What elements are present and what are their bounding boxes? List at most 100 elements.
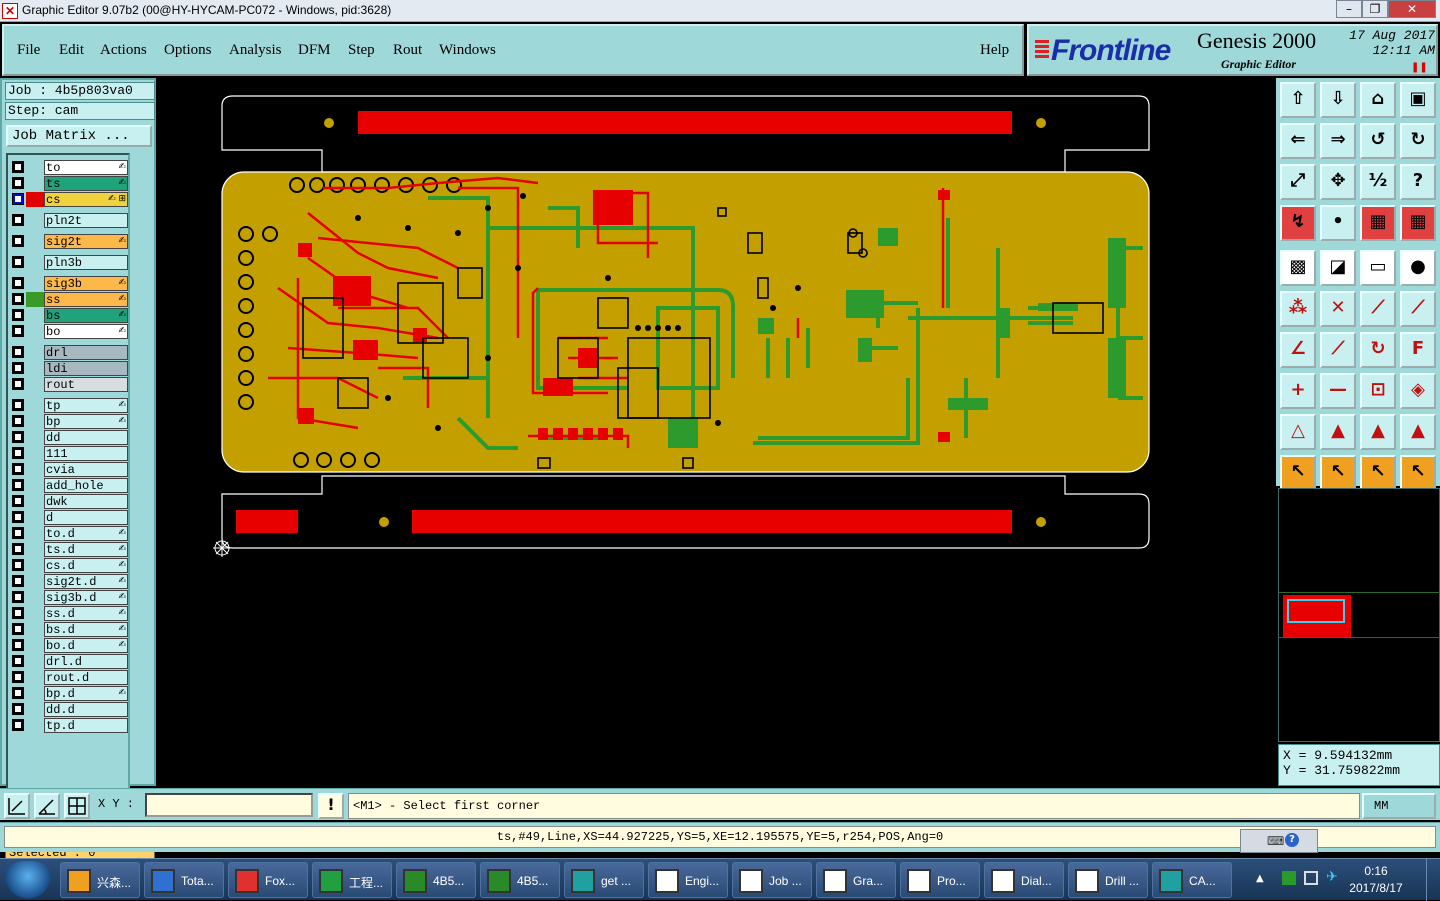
layer-name[interactable]: ss xyxy=(44,292,128,307)
layer-checkbox[interactable] xyxy=(12,415,24,427)
layer-row-30[interactable]: rout.d xyxy=(10,670,128,685)
layer-name[interactable]: drl xyxy=(44,345,128,360)
taskbar-item-8[interactable]: Job ... xyxy=(732,862,812,898)
layer-checkbox[interactable] xyxy=(12,687,24,699)
layer-name[interactable]: bp xyxy=(44,414,128,429)
layer-edit-icon[interactable]: ✍ xyxy=(118,542,126,557)
layer-row-33[interactable]: tp.d xyxy=(10,718,128,733)
select-circle-icon[interactable]: ↖ xyxy=(1360,455,1396,491)
layer-name[interactable]: add_hole xyxy=(44,478,128,493)
layer-edit-icon[interactable]: ✍ xyxy=(118,176,126,191)
show-desktop-button[interactable] xyxy=(1426,859,1440,901)
layer-checkbox[interactable] xyxy=(12,623,24,635)
menu-windows[interactable]: Windows xyxy=(439,42,496,59)
maximize-button[interactable]: ❐ xyxy=(1362,0,1388,18)
move-point-icon[interactable]: ⟋ xyxy=(1360,291,1396,327)
layer-checkbox[interactable] xyxy=(12,559,24,571)
layer-row-10[interactable]: drl xyxy=(10,345,128,360)
undo-icon[interactable]: ↺ xyxy=(1360,123,1396,159)
menu-dfm[interactable]: DFM xyxy=(298,42,331,59)
layer-checkbox[interactable] xyxy=(12,431,24,443)
layer-name[interactable]: dwk xyxy=(44,494,128,509)
layer-row-13[interactable]: tp ✍ xyxy=(10,398,128,413)
layer-row-25[interactable]: sig3b.d ✍ xyxy=(10,590,128,605)
layer-edit-icon[interactable]: ✍ xyxy=(118,558,126,573)
layer-row-32[interactable]: dd.d xyxy=(10,702,128,717)
layer-name[interactable]: tp.d xyxy=(44,718,128,733)
snap-mode-button[interactable] xyxy=(4,793,30,819)
volume-icon[interactable]: ✈ xyxy=(1326,869,1338,885)
tray-app-icon[interactable] xyxy=(1282,871,1296,885)
taskbar-item-13[interactable]: CA... xyxy=(1152,862,1232,898)
layer-checkbox[interactable] xyxy=(12,293,24,305)
layer-name[interactable]: ts xyxy=(44,176,128,191)
layer-name[interactable]: bp.d xyxy=(44,686,128,701)
layer-row-21[interactable]: to.d ✍ xyxy=(10,526,128,541)
layer-name[interactable]: ss.d xyxy=(44,606,128,621)
taskbar-item-11[interactable]: Dial... xyxy=(984,862,1064,898)
layer-checkbox[interactable] xyxy=(12,256,24,268)
select-path-icon[interactable]: ↖ xyxy=(1400,455,1436,491)
grid-mode-button[interactable] xyxy=(64,793,90,819)
layer-checkbox[interactable] xyxy=(12,575,24,587)
menu-options[interactable]: Options xyxy=(164,42,212,59)
layer-row-8[interactable]: bs ✍ xyxy=(10,308,128,323)
menu-file[interactable]: File xyxy=(17,42,40,59)
keyboard-icon[interactable]: ⌨ xyxy=(1267,834,1284,848)
layer-name[interactable]: drl.d xyxy=(44,654,128,669)
layer-row-5[interactable]: pln3b xyxy=(10,255,128,270)
layer-row-27[interactable]: bs.d ✍ xyxy=(10,622,128,637)
layer-name[interactable]: bs.d xyxy=(44,622,128,637)
layer-checkbox[interactable] xyxy=(12,177,24,189)
layer-name[interactable]: pln3b xyxy=(44,255,128,270)
taskbar-item-0[interactable]: 兴森... xyxy=(60,862,140,898)
menu-rout[interactable]: Rout xyxy=(393,42,422,59)
layer-row-11[interactable]: ldi xyxy=(10,361,128,376)
layer-edit-icon[interactable]: ✍ xyxy=(118,638,126,653)
layer-row-26[interactable]: ss.d ✍ xyxy=(10,606,128,621)
layer-row-0[interactable]: to ✍ xyxy=(10,160,128,175)
node-icon[interactable]: ⁂ xyxy=(1280,291,1316,327)
layer-name[interactable]: sig3b.d xyxy=(44,590,128,605)
menu-actions[interactable]: Actions xyxy=(100,42,147,59)
layer-checkbox[interactable] xyxy=(12,607,24,619)
layer-row-18[interactable]: add_hole xyxy=(10,478,128,493)
arrow-tri-icon[interactable]: ▲ xyxy=(1320,414,1356,450)
layer-name[interactable]: to.d xyxy=(44,526,128,541)
layer-checkbox[interactable] xyxy=(12,591,24,603)
layer-row-1[interactable]: ts ✍ xyxy=(10,176,128,191)
layer-name[interactable]: dd.d xyxy=(44,702,128,717)
layer-checkbox[interactable] xyxy=(12,463,24,475)
layer-name[interactable]: sig2t.d xyxy=(44,574,128,589)
layer-edit-icon[interactable]: ✍ xyxy=(118,686,126,701)
open-icon[interactable]: ⇧ xyxy=(1280,82,1316,118)
job-matrix-button[interactable]: Job Matrix ... xyxy=(6,125,152,147)
layer-edit-icon[interactable]: ✍ xyxy=(118,574,126,589)
system-clock[interactable]: 0:16 2017/8/17 xyxy=(1346,863,1406,897)
home-icon[interactable]: ⌂ xyxy=(1360,82,1396,118)
network-icon[interactable] xyxy=(1304,871,1318,885)
layer-name[interactable]: bo.d xyxy=(44,638,128,653)
layer-edit-icon[interactable]: ✍ xyxy=(118,526,126,541)
layer-checkbox[interactable] xyxy=(12,325,24,337)
layer-checkbox[interactable] xyxy=(12,511,24,523)
warning-icon[interactable]: ! xyxy=(318,793,344,819)
edit-shape-icon[interactable]: ◪ xyxy=(1320,250,1356,286)
layer-checkbox[interactable] xyxy=(12,378,24,390)
taskbar-item-10[interactable]: Pro... xyxy=(900,862,980,898)
layer-checkbox[interactable] xyxy=(12,527,24,539)
help-icon[interactable]: ? xyxy=(1285,833,1299,847)
taskbar-item-1[interactable]: Tota... xyxy=(144,862,224,898)
layer-row-15[interactable]: dd xyxy=(10,430,128,445)
help-icon[interactable]: ? xyxy=(1400,164,1436,200)
layer-checkbox[interactable] xyxy=(12,543,24,555)
taskbar-item-3[interactable]: 工程... xyxy=(312,862,392,898)
layer-edit-icon[interactable]: ✍ xyxy=(118,590,126,605)
layer-edit-icon[interactable]: ✍ xyxy=(118,414,126,429)
menu-edit[interactable]: Edit xyxy=(59,42,84,59)
zoom-window-icon[interactable]: ▣ xyxy=(1400,82,1436,118)
layer-checkbox[interactable] xyxy=(12,346,24,358)
layers-b-icon[interactable]: ▦ xyxy=(1400,205,1436,241)
measure-mode-button[interactable] xyxy=(34,793,60,819)
triangle-icon[interactable]: △ xyxy=(1280,414,1316,450)
